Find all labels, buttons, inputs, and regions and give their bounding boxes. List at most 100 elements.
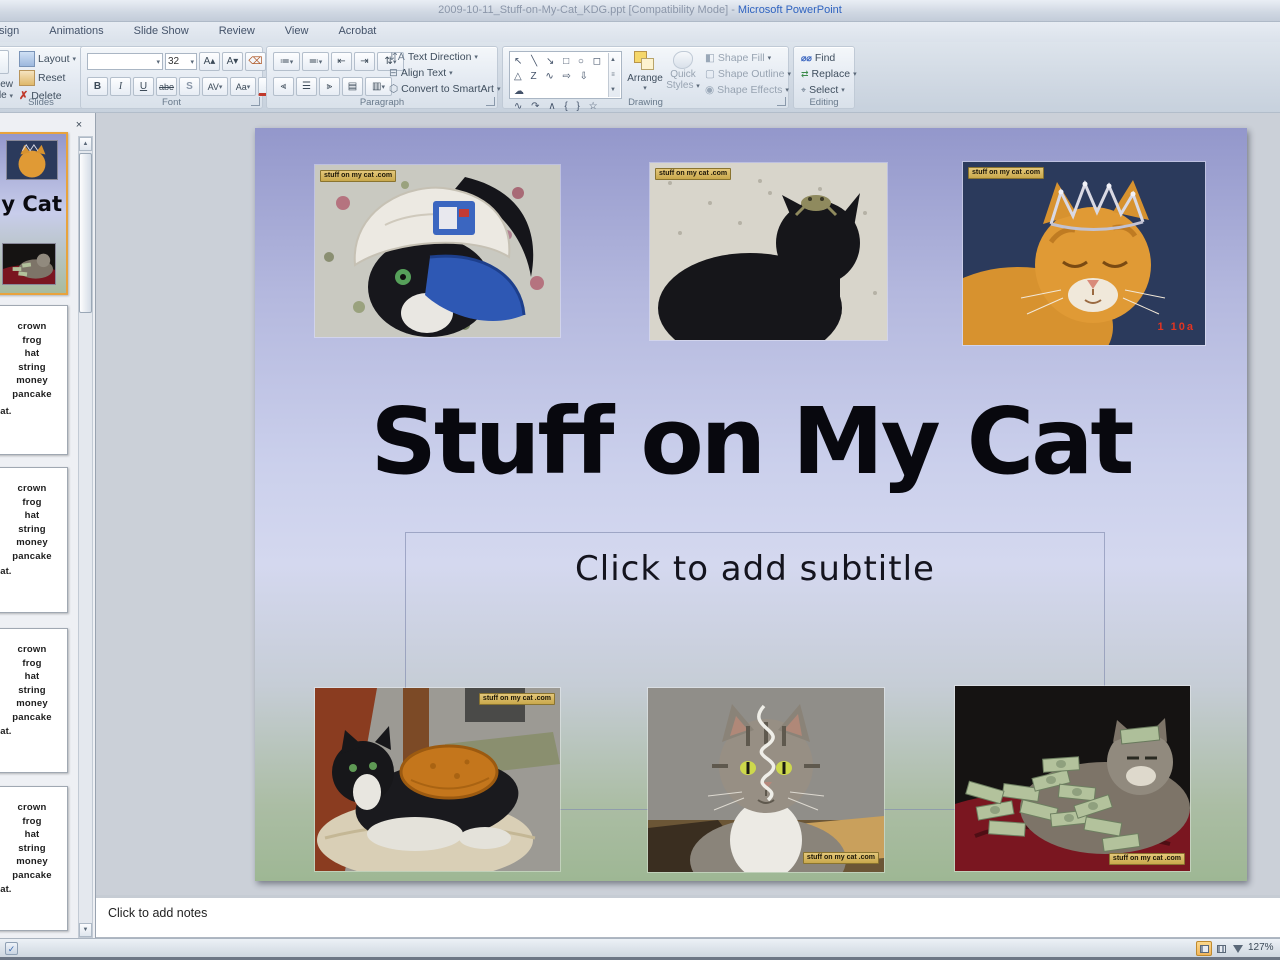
text-direction-icon: ⇵A (389, 51, 405, 63)
bold-button[interactable]: B (87, 77, 108, 96)
string-cat-illustration (648, 688, 884, 872)
slide-thumbnail-4[interactable]: crownfroghatstringmoneypancake cat. (0, 628, 68, 773)
tab-acrobat[interactable]: Acrobat (323, 22, 391, 40)
shrink-font-button[interactable]: A▾ (222, 52, 243, 71)
paragraph-dialog-launcher[interactable] (486, 97, 495, 106)
reset-icon (19, 70, 35, 86)
shape-fill-button[interactable]: ◧Shape Fill▾ (705, 52, 791, 64)
italic-button[interactable]: I (110, 77, 131, 96)
drawing-dialog-launcher[interactable] (777, 97, 786, 106)
font-dialog-launcher[interactable] (251, 97, 260, 106)
watermark-label: stuff on my cat .com (320, 170, 396, 182)
align-right-button[interactable]: ⫸ (319, 77, 340, 96)
thumbnails-scrollbar[interactable]: ▲ ▼ (78, 136, 93, 938)
ribbon-tab-row: Design Animations Slide Show Review View… (0, 22, 1280, 42)
spellcheck-icon[interactable]: ✓ (5, 942, 18, 955)
slideshow-view-button[interactable] (1230, 941, 1246, 956)
slideshow-icon (1233, 945, 1243, 953)
shapes-gallery[interactable]: ↖ ╲ ↘ □ ○ ◻ △ Z ∿ ⇨ ⇩ ☁ ∿ ↷ ∧ { } ☆ ▲ ≡ … (509, 51, 622, 99)
tab-animations[interactable]: Animations (34, 22, 118, 40)
new-slide-button[interactable]: New Slide ▾ (0, 50, 13, 98)
cat-photo-cap[interactable]: stuff on my cat .com (315, 165, 560, 337)
slide-sorter-view-button[interactable] (1213, 941, 1229, 956)
slide-sorter-icon (1217, 945, 1226, 953)
cat-photo-money[interactable]: stuff on my cat .com (955, 686, 1190, 871)
tab-view[interactable]: View (270, 22, 324, 40)
frog-cat-illustration (650, 163, 887, 340)
arrange-button[interactable]: Arrange ▾ (627, 51, 663, 92)
normal-view-icon (1200, 945, 1209, 953)
shapes-scroll-up-icon[interactable]: ▲ (610, 53, 619, 68)
ribbon-group-font: ▾ 32▾ A▴ A▾ ⌫ B I U abe S AV▾ Aa▾ A▾ Fon… (80, 46, 263, 109)
tab-slide-show[interactable]: Slide Show (119, 22, 204, 40)
numbering-button[interactable]: ≕▾ (302, 52, 329, 71)
decrease-indent-button[interactable]: ⇤ (331, 52, 352, 71)
font-size-combo[interactable]: 32▾ (165, 53, 197, 70)
scroll-up-button[interactable]: ▲ (79, 137, 92, 151)
cat-photo-pancake[interactable]: stuff on my cat .com (315, 688, 560, 871)
align-text-button[interactable]: ⊟Align Text▾ (389, 67, 500, 79)
replace-button[interactable]: ⇄Replace▾ (801, 68, 857, 80)
zoom-level[interactable]: 127% (1248, 942, 1274, 953)
powerpoint-window: 2009-10-11_Stuff-on-My-Cat_KDG.ppt [Comp… (0, 0, 1280, 960)
shape-effects-button[interactable]: ◉Shape Effects▾ (705, 84, 791, 96)
slide-canvas[interactable]: stuff on my cat .com stuff on my cat .co… (255, 128, 1247, 881)
close-pane-button[interactable]: × (72, 119, 86, 133)
shapes-scroll-down-icon[interactable]: ▼ (610, 83, 619, 98)
underline-button[interactable]: U (133, 77, 154, 96)
ribbon-group-paragraph: ≔▾ ≕▾ ⇤ ⇥ ⇅▾ ⫷ ☰ ⫸ ▤ ▥▾ ⇵AText Direction… (266, 46, 498, 109)
columns-button[interactable]: ▥▾ (365, 77, 392, 96)
notes-pane[interactable]: Click to add notes (96, 895, 1280, 938)
app-name: Microsoft PowerPoint (738, 4, 842, 16)
select-button[interactable]: ⌖Select▾ (801, 84, 857, 96)
ribbon-group-editing: ⌀⌀Find ⇄Replace▾ ⌖Select▾ Editing (793, 46, 855, 109)
cat-photo-crown[interactable]: stuff on my cat .com 1 10a (963, 162, 1205, 345)
align-left-button[interactable]: ⫷ (273, 77, 294, 96)
watermark-label: stuff on my cat .com (968, 167, 1044, 179)
slide-thumbnail-3[interactable]: crownfroghatstringmoneypancake cat. (0, 467, 68, 613)
slide-thumbnail-2[interactable]: crownfroghatstringmoneypancake cat. (0, 305, 68, 455)
shapes-scrollbar[interactable]: ▲ ≡ ▼ (608, 53, 620, 97)
slide-title[interactable]: Stuff on My Cat (255, 396, 1247, 488)
tab-review[interactable]: Review (204, 22, 270, 40)
grow-font-button[interactable]: A▴ (199, 52, 220, 71)
title-bar[interactable]: 2009-10-11_Stuff-on-My-Cat_KDG.ppt [Comp… (0, 0, 1280, 22)
clear-formatting-button[interactable]: ⌫ (245, 52, 266, 71)
character-spacing-button[interactable]: AV▾ (202, 77, 228, 96)
quick-styles-button[interactable]: Quick Styles ▾ (665, 51, 701, 91)
convert-smartart-button[interactable]: ⬡Convert to SmartArt▾ (389, 83, 500, 95)
slide-thumbnail-1[interactable]: Stuff on My Cat (0, 132, 68, 295)
layout-button[interactable]: Layout▾ (19, 51, 76, 67)
change-case-button[interactable]: Aa▾ (230, 77, 256, 96)
slides-thumbnail-pane: × Stuff on My Cat crownfroghatstringmone… (0, 113, 96, 938)
increase-indent-button[interactable]: ⇥ (354, 52, 375, 71)
bullets-button[interactable]: ≔▾ (273, 52, 300, 71)
normal-view-button[interactable] (1196, 941, 1212, 956)
scrollbar-thumb[interactable] (79, 153, 92, 313)
find-button[interactable]: ⌀⌀Find (801, 52, 857, 64)
align-center-button[interactable]: ☰ (296, 77, 317, 96)
watermark-label: stuff on my cat .com (803, 852, 879, 864)
thumb-title-clip: Stuff on My Cat (0, 192, 62, 220)
text-shadow-button[interactable]: S (179, 77, 200, 96)
tab-design[interactable]: Design (0, 22, 34, 40)
crown-cat-illustration (963, 162, 1205, 345)
slide-thumbnail-5[interactable]: crownfroghatstringmoneypancake cat. (0, 786, 68, 931)
shape-fill-icon: ◧ (705, 52, 715, 64)
cat-photo-frog[interactable]: stuff on my cat .com (650, 163, 887, 340)
cat-photo-string[interactable]: stuff on my cat .com (648, 688, 884, 872)
quick-styles-icon (673, 51, 693, 69)
scroll-down-button[interactable]: ▼ (79, 923, 92, 937)
justify-button[interactable]: ▤ (342, 77, 363, 96)
subtitle-placeholder-text: Click to add subtitle (406, 549, 1104, 589)
font-name-combo[interactable]: ▾ (87, 53, 163, 70)
strikethrough-button[interactable]: abe (156, 77, 177, 96)
text-direction-button[interactable]: ⇵AText Direction▾ (389, 51, 500, 63)
shape-outline-button[interactable]: ▢Shape Outline▾ (705, 68, 791, 80)
shapes-row-1: ↖ ╲ ↘ □ ○ ◻ (514, 54, 607, 69)
watermark-label: stuff on my cat .com (479, 693, 555, 705)
find-icon: ⌀⌀ (801, 53, 812, 64)
layout-icon (19, 51, 35, 67)
ribbon-group-drawing: ↖ ╲ ↘ □ ○ ◻ △ Z ∿ ⇨ ⇩ ☁ ∿ ↷ ∧ { } ☆ ▲ ≡ … (502, 46, 789, 109)
reset-button[interactable]: Reset (19, 70, 76, 86)
